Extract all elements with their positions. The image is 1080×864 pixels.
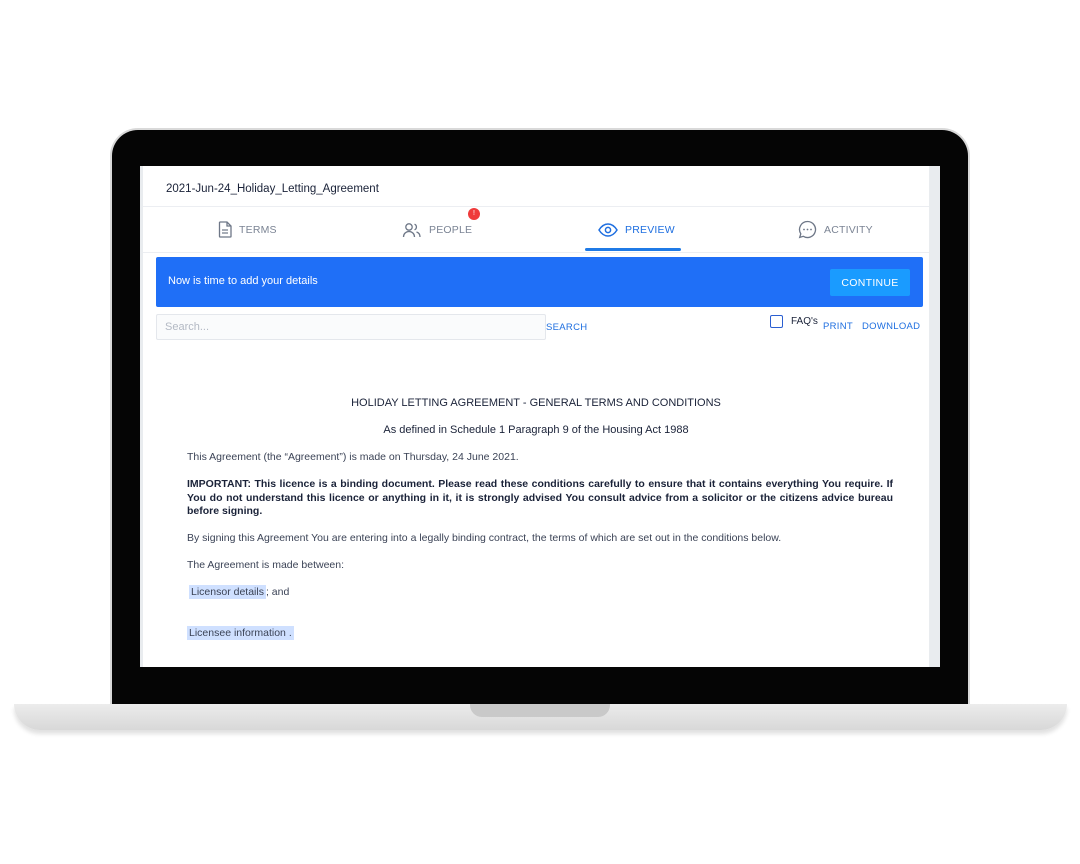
licensee-field-label: Licensee information: [189, 627, 286, 639]
licensee-line: Licensee information .: [187, 626, 893, 641]
search-button[interactable]: SEARCH: [546, 322, 587, 333]
tab-people[interactable]: PEOPLE: [402, 207, 472, 252]
print-link[interactable]: PRINT: [823, 321, 853, 332]
continue-button[interactable]: CONTINUE: [830, 269, 910, 296]
document-heading: HOLIDAY LETTING AGREEMENT - GENERAL TERM…: [351, 397, 721, 409]
tab-activity-label: ACTIVITY: [824, 223, 873, 236]
tab-activity[interactable]: ACTIVITY: [798, 207, 873, 252]
licensee-suffix: .: [288, 627, 292, 639]
download-link[interactable]: DOWNLOAD: [862, 321, 920, 332]
banner-message: Now is time to add your details: [168, 275, 318, 287]
active-tab-indicator: [585, 248, 681, 251]
licensee-information-field[interactable]: Licensee information .: [187, 626, 294, 640]
tab-terms[interactable]: TERMS: [218, 207, 277, 252]
eye-icon: [598, 222, 618, 237]
document-icon: [218, 221, 232, 238]
laptop-notch: [470, 704, 610, 717]
search-input[interactable]: [156, 314, 546, 340]
faq-label: FAQ's: [791, 316, 818, 327]
licensor-details-field[interactable]: Licensor details: [189, 585, 266, 599]
licensor-suffix: ; and: [265, 586, 290, 598]
laptop-screen: 2021-Jun-24_Holiday_Letting_Agreement TE…: [140, 166, 940, 667]
tab-bar: TERMS PEOPLE PREVIEW ACTIVITY: [143, 206, 929, 253]
important-notice: IMPORTANT: This licence is a binding doc…: [187, 478, 893, 517]
licensor-line: Licensor details; and: [189, 585, 895, 600]
people-alert-badge: !: [468, 208, 480, 220]
details-banner: Now is time to add your details CONTINUE: [156, 257, 923, 307]
tab-preview-label: PREVIEW: [625, 223, 675, 236]
chat-icon: [798, 220, 817, 239]
signing-notice: By signing this Agreement You are enteri…: [187, 532, 782, 544]
agreement-intro: This Agreement (the “Agreement”) is made…: [187, 451, 519, 463]
faq-checkbox[interactable]: [770, 315, 783, 328]
tab-preview[interactable]: PREVIEW: [598, 207, 675, 252]
tab-terms-label: TERMS: [239, 223, 277, 236]
app-window: 2021-Jun-24_Holiday_Letting_Agreement TE…: [143, 166, 929, 667]
parties-intro: The Agreement is made between:: [187, 559, 345, 571]
people-icon: [402, 222, 421, 237]
document-subheading: As defined in Schedule 1 Paragraph 9 of …: [383, 424, 689, 436]
tab-people-label: PEOPLE: [429, 223, 473, 236]
document-title: 2021-Jun-24_Holiday_Letting_Agreement: [166, 183, 379, 195]
